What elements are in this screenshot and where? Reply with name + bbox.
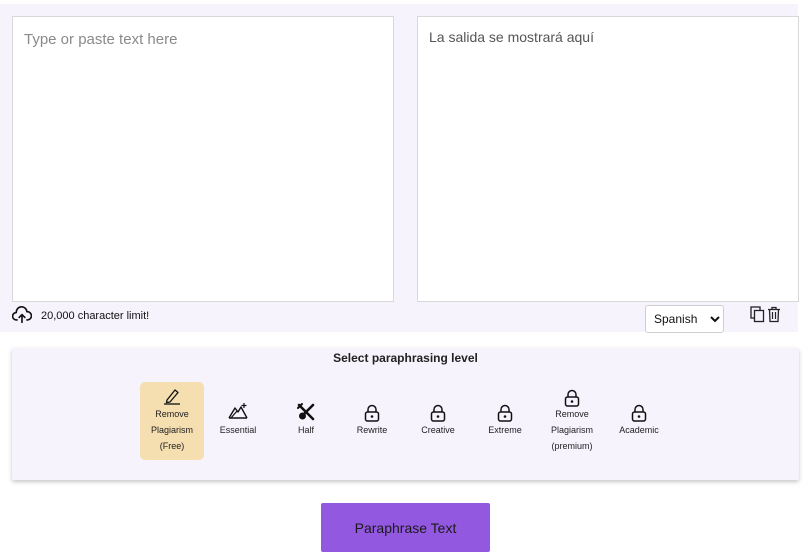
level-half[interactable]: Half (276, 398, 336, 442)
editor-panel: La salida se mostrará aquí 20,000 charac… (0, 4, 799, 333)
level-panel-title: Select paraphrasing level (333, 351, 478, 365)
character-limit-note: 20,000 character limit! (41, 310, 150, 322)
level-extreme[interactable]: Extreme (475, 398, 535, 442)
input-textarea[interactable] (13, 17, 393, 301)
lock-icon (364, 404, 380, 422)
level-label: Rewrite (356, 425, 388, 435)
paraphrase-button[interactable]: Paraphrase Text (321, 503, 490, 552)
output-placeholder: La salida se mostrará aquí (429, 29, 594, 45)
level-remove-plagiarism-premium[interactable]: Remove Plagiarism (premium) (542, 386, 602, 458)
level-label: Creative (421, 425, 455, 435)
language-select[interactable]: Spanish (645, 305, 724, 333)
pen-icon (164, 389, 180, 405)
lock-icon (430, 404, 446, 422)
copy-icon[interactable] (750, 306, 765, 323)
level-label: Academic (619, 425, 659, 435)
level-rewrite[interactable]: Rewrite (342, 398, 402, 442)
level-label: Half (297, 425, 314, 435)
level-label: Essential (219, 425, 257, 435)
crossed-tools-icon (297, 403, 315, 421)
level-academic[interactable]: Academic (609, 398, 669, 442)
level-label: Remove Plagiarism (premium) (550, 409, 593, 451)
paraphraser-app: La salida se mostrará aquí 20,000 charac… (0, 0, 811, 553)
lock-icon (631, 404, 647, 422)
input-text-container (12, 16, 394, 302)
trash-icon[interactable] (767, 306, 781, 323)
paraphrasing-level-panel: Select paraphrasing level Remove Plagiar… (12, 348, 799, 480)
level-essential[interactable]: Essential (208, 398, 268, 442)
level-label: Remove Plagiarism (Free) (150, 409, 193, 451)
level-label: Extreme (488, 425, 522, 435)
lock-icon (497, 404, 513, 422)
output-text-container: La salida se mostrará aquí (417, 16, 799, 302)
mountain-sparkle-icon (228, 403, 248, 419)
lock-icon (564, 389, 580, 407)
level-creative[interactable]: Creative (408, 398, 468, 442)
cloud-upload-icon[interactable] (12, 306, 32, 324)
level-remove-plagiarism-free[interactable]: Remove Plagiarism (Free) (140, 382, 204, 460)
